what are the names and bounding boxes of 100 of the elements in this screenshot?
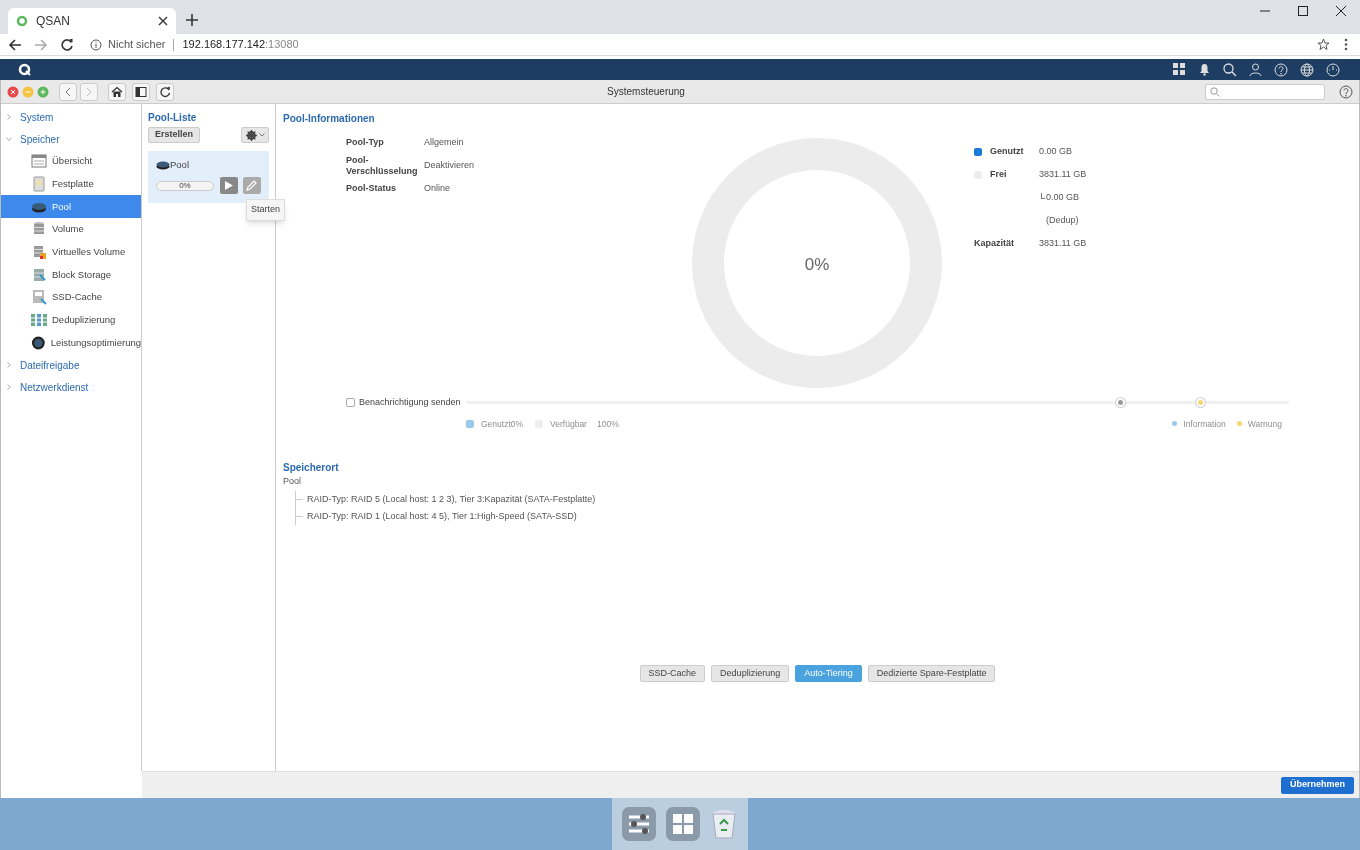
panel-toggle-button[interactable] <box>132 82 150 101</box>
progress-reading: 0% <box>179 181 191 190</box>
window-icon <box>31 153 47 170</box>
user-icon[interactable] <box>1249 63 1262 76</box>
legend-value: 0.00 GB <box>1039 144 1073 158</box>
bell-icon[interactable] <box>1198 63 1211 76</box>
menu-icon[interactable] <box>1344 38 1348 51</box>
start-button[interactable] <box>219 177 238 195</box>
create-button[interactable]: Erstellen <box>148 127 201 143</box>
address-field[interactable]: Nicht sicher 192.168.177.142:13080 <box>90 36 299 53</box>
apps-icon[interactable] <box>1173 63 1186 76</box>
tree-root: Pool <box>283 475 302 489</box>
back-icon[interactable] <box>8 37 22 52</box>
back-button[interactable] <box>59 82 77 101</box>
slider-handle[interactable] <box>1196 398 1206 408</box>
settings-button[interactable] <box>241 127 269 143</box>
panel-toggle-icon <box>135 85 147 98</box>
close-icon[interactable] <box>158 16 168 26</box>
grid-icon <box>31 312 47 329</box>
feature-tab[interactable]: Deduplizierung <box>711 665 790 682</box>
pool-name: Pool <box>170 158 189 172</box>
info-icon <box>90 38 102 51</box>
chevron-icon <box>6 384 12 391</box>
site-icon <box>16 15 28 27</box>
gear-icon <box>245 129 257 141</box>
close-icon[interactable] <box>1334 4 1348 18</box>
usage-reading: 0% <box>803 254 831 276</box>
window-title: Systemsteuerung <box>606 85 686 99</box>
home-icon <box>111 85 123 98</box>
refresh-icon <box>159 85 171 98</box>
section-title: Pool-Liste <box>148 111 198 125</box>
url-text: 192.168.177.142:13080 <box>182 37 299 53</box>
field-label: Pool- Verschlüsselung <box>346 154 419 177</box>
sidebar-item[interactable]: Leistungsoptimierung <box>1 331 141 355</box>
chevron-icon <box>6 136 12 142</box>
app-logo-icon[interactable] <box>18 63 31 76</box>
section-title: Pool-Informationen <box>283 112 376 126</box>
tab-title: QSAN <box>36 13 71 30</box>
field-value: Online <box>424 181 450 195</box>
legend-label: Frei <box>990 167 1008 181</box>
legend-value: 0% <box>510 417 524 431</box>
capacity-label: Kapazität <box>974 236 1015 250</box>
legend-label: Warnung <box>1247 417 1282 431</box>
legend-label: Genutzt <box>990 144 1025 158</box>
security-label: Nicht sicher <box>108 37 166 53</box>
field-value: Allgemein <box>424 135 464 149</box>
trash-icon[interactable] <box>709 808 739 840</box>
sidebar-item[interactable]: Übersicht <box>1 150 141 173</box>
tooltip: Starten <box>246 199 286 221</box>
search-icon[interactable] <box>1223 62 1237 77</box>
notification-checkbox[interactable]: Benachrichtigung senden <box>346 396 466 410</box>
sidebar-item[interactable]: Netzwerkdienst <box>1 376 141 399</box>
home-button[interactable] <box>108 82 126 101</box>
apply-button[interactable]: Übernehmen <box>1281 776 1354 794</box>
help-icon[interactable] <box>1339 84 1353 99</box>
new-tab-icon[interactable] <box>186 14 198 26</box>
play-icon <box>224 181 233 191</box>
search-icon <box>1210 86 1220 97</box>
sidebar-item[interactable]: Volume <box>1 218 141 241</box>
dial-icon <box>31 334 46 351</box>
legend-label: Verfügbar <box>550 417 587 431</box>
slider-handle[interactable] <box>1115 398 1125 408</box>
legend-label: Genutzt <box>481 417 511 431</box>
sidebar-item[interactable]: Dateifreigabe <box>1 354 141 377</box>
capacity-value: 3831.11 GB <box>1039 236 1087 250</box>
browser-tab[interactable]: QSAN <box>8 8 176 34</box>
apps-grid-icon[interactable] <box>665 806 701 842</box>
field-value: Deaktivieren <box>424 158 475 172</box>
globe-icon[interactable] <box>1300 62 1314 77</box>
section-title: Speicherort <box>283 461 340 476</box>
chevron-icon <box>6 114 12 120</box>
reload-icon[interactable] <box>60 37 74 52</box>
disk-icon <box>156 160 170 171</box>
dedup-value: 0.00 GB <box>1046 190 1080 204</box>
chevron-icon <box>6 362 12 369</box>
settings-app-icon[interactable] <box>621 806 657 842</box>
legend-value: 3831.11 GB <box>1039 167 1087 181</box>
sidebar-item[interactable]: Festplatte <box>1 172 141 196</box>
sidebar-item[interactable]: System <box>1 106 141 128</box>
feature-tab[interactable]: Dedizierte Spare-Festplatte <box>867 665 996 682</box>
search-field[interactable] <box>1205 83 1325 100</box>
sidebar-item[interactable]: Block Storage <box>1 263 141 287</box>
field-label: Pool-Status <box>346 183 397 194</box>
caret-icon <box>258 133 265 137</box>
maximize-icon[interactable] <box>1296 4 1310 18</box>
sidebar-item[interactable]: Deduplizierung <box>1 308 141 332</box>
tree-item: RAID-Typ: RAID 1 (Local host: 4 5), Tier 1:High-Speed (SATA-SSD) <box>307 509 577 523</box>
dedup-label: (Dedup) <box>1046 213 1079 227</box>
refresh-button[interactable] <box>156 82 174 101</box>
pool-card[interactable]: Pool 0% <box>148 151 269 203</box>
stack-icon <box>31 244 47 261</box>
legend-label: Information <box>1183 417 1226 431</box>
sidebar-item[interactable]: SSD-Cache <box>1 286 141 309</box>
checkbox[interactable] <box>346 398 355 408</box>
stack-icon <box>31 266 47 283</box>
feature-tab[interactable]: SSD-Cache <box>639 665 706 682</box>
sidebar-item[interactable]: Virtuelles Volume <box>1 240 141 264</box>
star-icon[interactable] <box>1317 38 1330 51</box>
sidebar-item[interactable]: Speicher <box>1 128 141 150</box>
field-label: Pool-Typ <box>346 137 385 148</box>
